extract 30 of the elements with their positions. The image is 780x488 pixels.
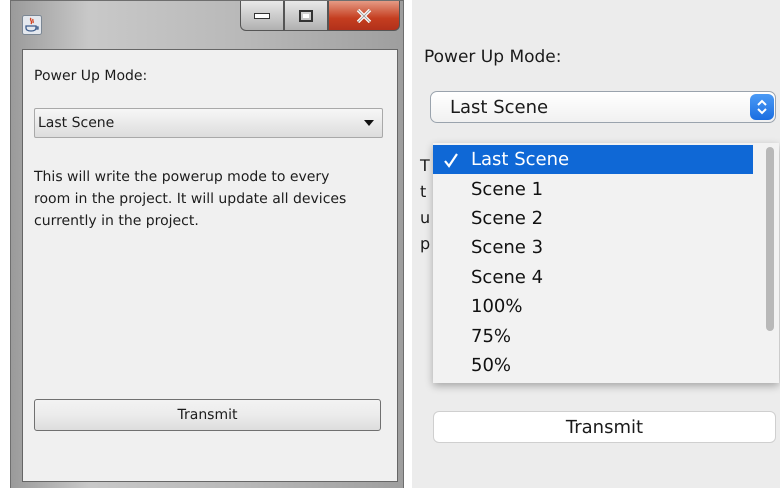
menu-option[interactable]: Last Scene [433, 145, 753, 174]
menu-option[interactable]: Scene 2 [433, 204, 753, 234]
app-cup-icon [22, 15, 42, 35]
minimize-button[interactable] [240, 1, 284, 31]
close-button[interactable] [328, 1, 400, 31]
stepper-arrows-icon [750, 94, 774, 120]
description-text-fragment: p [420, 233, 430, 255]
menu-option[interactable]: 100% [433, 292, 753, 322]
menu-option[interactable]: Scene 3 [433, 233, 753, 263]
power-up-mode-label: Power Up Mode: [424, 47, 562, 67]
scrollbar-thumb[interactable] [766, 147, 774, 331]
mode-dropdown[interactable]: Last Scene [34, 108, 383, 138]
power-up-mode-label: Power Up Mode: [34, 68, 148, 84]
transmit-button[interactable]: Transmit [34, 399, 381, 431]
menu-option[interactable]: Scene 4 [433, 262, 753, 292]
description-text-fragment: u [420, 207, 430, 229]
mode-dropdown[interactable]: Last Scene [430, 91, 776, 123]
description-text-fragment: t [420, 181, 426, 203]
description-text-fragment: T [420, 155, 430, 177]
menu-option[interactable]: 50% [433, 350, 753, 380]
transmit-button[interactable]: Transmit [433, 411, 776, 443]
dropdown-arrow-icon [364, 120, 374, 126]
menu-option[interactable]: 75% [433, 321, 753, 351]
menu-option[interactable]: Scene 1 [433, 174, 753, 204]
close-icon [356, 8, 372, 22]
checkmark-icon [443, 152, 459, 168]
maximize-button[interactable] [284, 1, 328, 31]
minimize-icon [254, 12, 270, 18]
maximize-icon [299, 10, 313, 22]
description-text: This will write the powerup mode to every room in the project. It will update all devices currently in the project. [34, 168, 348, 231]
